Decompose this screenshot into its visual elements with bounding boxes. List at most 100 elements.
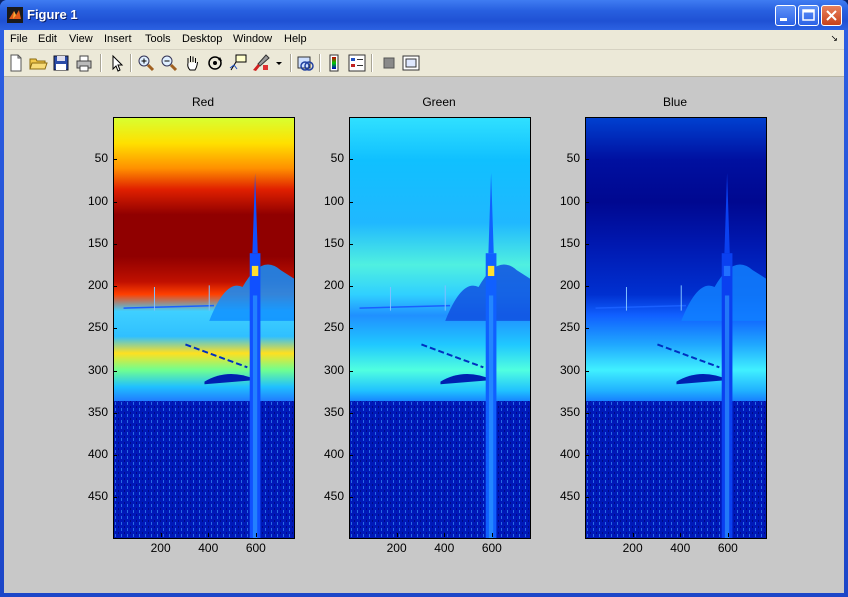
maximize-button[interactable]	[798, 5, 819, 26]
maximize-icon	[802, 9, 815, 21]
y-tick-mark	[585, 497, 589, 499]
close-button[interactable]	[821, 5, 842, 26]
x-tick-label: 600	[717, 541, 738, 555]
x-tick-label: 400	[670, 541, 691, 555]
y-tick-label: 50	[566, 151, 580, 166]
menu-help[interactable]: Help	[284, 33, 307, 45]
y-tick-label: 150	[87, 235, 108, 250]
y-tick-label: 450	[87, 489, 108, 504]
x-tick-mark	[208, 533, 210, 537]
menu-edit[interactable]: Edit	[38, 33, 57, 45]
y-tick-mark	[585, 455, 589, 457]
y-tick-mark	[585, 412, 589, 414]
legend-icon[interactable]	[347, 53, 367, 73]
x-tick-mark	[491, 533, 493, 537]
x-tick-mark	[727, 533, 729, 537]
print-icon[interactable]	[74, 53, 94, 73]
brush-dropdown-icon[interactable]	[273, 53, 285, 73]
minimize-button[interactable]	[775, 5, 796, 26]
close-icon	[826, 10, 837, 21]
toolbar-separator	[130, 54, 132, 72]
y-tick-label: 200	[323, 278, 344, 292]
image-axes-blue[interactable]	[585, 117, 767, 539]
y-tick-label: 150	[323, 235, 344, 250]
y-tick-label: 100	[559, 193, 580, 208]
y-tick-label: 250	[559, 320, 580, 335]
y-tick-label: 250	[323, 320, 344, 335]
image-axes-red[interactable]	[113, 117, 295, 539]
y-tick-mark	[585, 328, 589, 330]
minimize-icon	[780, 18, 787, 21]
y-tick-mark	[349, 159, 353, 161]
zoom-out-icon[interactable]	[159, 53, 179, 73]
link-plot-icon[interactable]	[295, 53, 315, 73]
y-tick-mark	[113, 159, 117, 161]
x-tick-label: 600	[481, 541, 502, 555]
y-tick-label: 350	[87, 404, 108, 419]
menu-view[interactable]: View	[69, 33, 93, 45]
y-tick-label: 100	[87, 193, 108, 208]
y-tick-label: 450	[559, 489, 580, 504]
y-tick-label: 350	[323, 404, 344, 419]
y-tick-mark	[113, 370, 117, 372]
data-cursor-icon[interactable]	[228, 53, 248, 73]
x-tick-label: 400	[434, 541, 455, 555]
show-plot-tools-icon[interactable]	[401, 53, 421, 73]
menu-tools[interactable]: Tools	[145, 33, 171, 45]
y-tick-mark	[585, 159, 589, 161]
figure-toolbar	[4, 50, 844, 77]
image-axes-green[interactable]	[349, 117, 531, 539]
y-tick-label: 200	[559, 278, 580, 292]
x-tick-label: 200	[150, 541, 171, 555]
x-tick-mark	[160, 533, 162, 537]
hide-plot-tools-icon[interactable]	[379, 53, 399, 73]
pan-hand-icon[interactable]	[182, 53, 202, 73]
axes-title-blue: Blue	[662, 95, 688, 109]
channel-image-blue	[586, 118, 766, 538]
y-tick-mark	[349, 497, 353, 499]
y-tick-label: 350	[559, 404, 580, 419]
figure-canvas[interactable]: Red 50 100 150 200 250 300 350 400 450 200 400 600 Gr…	[4, 77, 844, 593]
matlab-figure-window: Figure 1 File Edit View Insert Tools Des…	[0, 0, 848, 597]
open-file-icon[interactable]	[28, 53, 48, 73]
y-tick-label: 300	[87, 362, 108, 377]
y-tick-mark	[113, 286, 117, 287]
window-title: Figure 1	[27, 7, 78, 22]
y-tick-label: 150	[559, 235, 580, 250]
title-bar[interactable]: Figure 1	[0, 0, 848, 30]
y-tick-label: 50	[330, 151, 344, 166]
rotate-3d-icon[interactable]	[205, 53, 225, 73]
arrow-select-icon[interactable]	[107, 53, 127, 73]
axes-title-red: Red	[191, 95, 214, 109]
colorbar-icon[interactable]	[324, 53, 344, 73]
axes-title-green: Green	[422, 95, 456, 109]
y-tick-mark	[585, 243, 589, 245]
y-tick-mark	[585, 370, 589, 372]
menu-bar: File Edit View Insert Tools Desktop Wind…	[4, 30, 844, 50]
menu-desktop[interactable]: Desktop	[182, 33, 222, 45]
zoom-in-icon[interactable]	[136, 53, 156, 73]
y-tick-label: 250	[87, 320, 108, 335]
window-client: File Edit View Insert Tools Desktop Wind…	[4, 30, 844, 593]
menu-window[interactable]: Window	[233, 33, 272, 45]
y-tick-mark	[113, 243, 117, 245]
menu-insert[interactable]: Insert	[104, 33, 132, 45]
matlab-logo-icon	[7, 7, 23, 23]
menu-file[interactable]: File	[10, 33, 28, 45]
x-tick-mark	[444, 533, 446, 537]
save-icon[interactable]	[51, 53, 71, 73]
y-tick-mark	[113, 201, 117, 203]
x-tick-label: 200	[622, 541, 643, 555]
new-figure-icon[interactable]	[6, 53, 26, 73]
y-tick-mark	[349, 455, 353, 457]
y-tick-mark	[113, 328, 117, 330]
y-tick-label: 300	[323, 362, 344, 377]
toolbar-separator	[371, 54, 373, 72]
y-tick-label: 300	[559, 362, 580, 377]
x-tick-mark	[396, 533, 398, 537]
brush-icon[interactable]	[251, 53, 271, 73]
toolbar-separator	[100, 54, 102, 72]
dock-arrow-icon[interactable]: ↘	[830, 34, 838, 44]
channel-image-red	[114, 118, 294, 538]
y-tick-mark	[113, 412, 117, 414]
